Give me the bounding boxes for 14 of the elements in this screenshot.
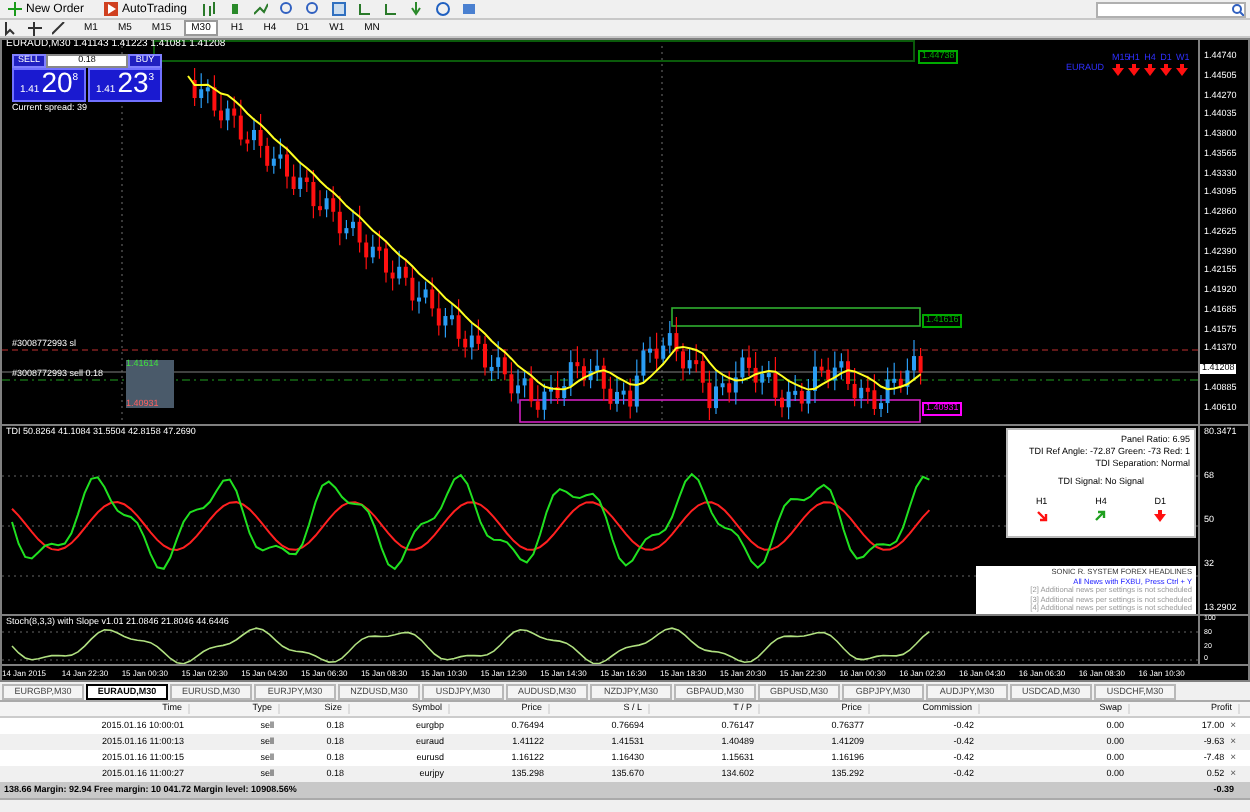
arrow-up-right-icon xyxy=(1094,510,1107,522)
plus-icon xyxy=(8,2,22,16)
grid-icon xyxy=(332,2,347,16)
cursor-icon xyxy=(4,21,18,35)
play-icon xyxy=(104,2,119,16)
search-field[interactable] xyxy=(1096,1,1246,17)
candle-chart-icon xyxy=(228,2,243,16)
search-icon xyxy=(1232,3,1244,15)
bar-chart-icon xyxy=(202,2,217,16)
pen-icon xyxy=(52,21,66,35)
crosshair-icon xyxy=(28,21,42,35)
arrow-down-right-icon xyxy=(1035,510,1048,522)
arrow-down-icon xyxy=(1154,510,1167,522)
line-chart-icon xyxy=(254,2,269,16)
